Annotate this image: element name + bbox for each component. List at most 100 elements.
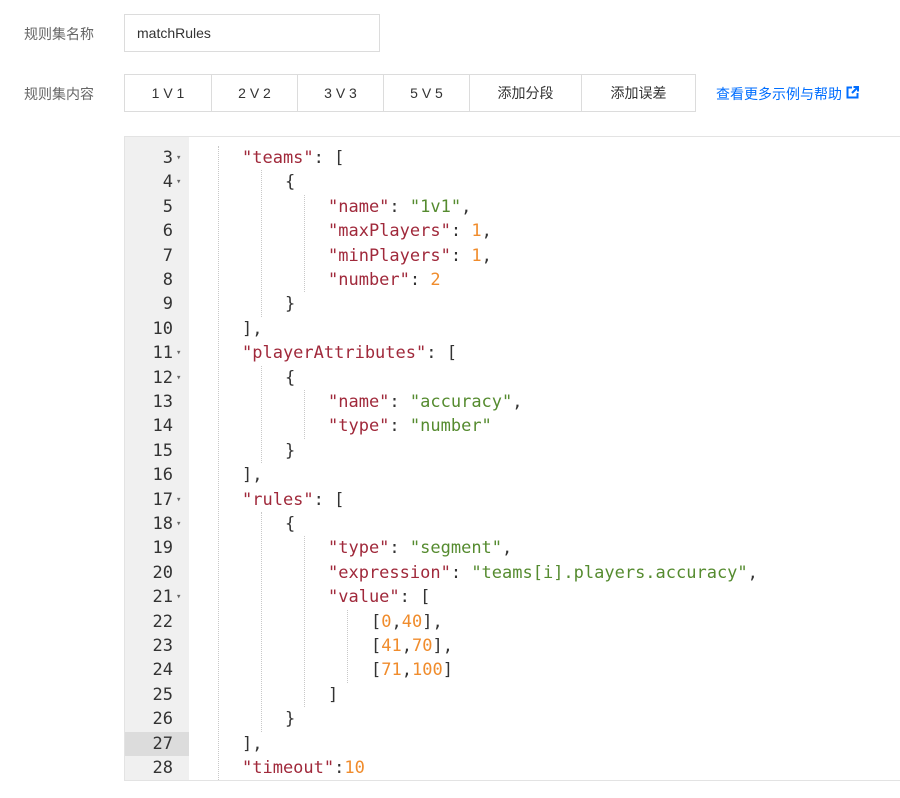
- code-content: "type": "number": [328, 414, 492, 438]
- code-line: 14 "type": "number": [153, 414, 900, 438]
- line-number: 11: [152, 343, 173, 364]
- code-token: "teams[i].players.accuracy": [471, 562, 748, 583]
- template-1v1-button[interactable]: 1 V 1: [124, 74, 212, 112]
- external-link-icon: [846, 86, 859, 102]
- line-number: 27: [152, 733, 173, 754]
- code-line: 6 "maxPlayers": 1,: [163, 219, 900, 243]
- code-area[interactable]: 3 ▾ "teams": [4 ▾{5 "name": "1v1", 6 "maxPlaye…: [125, 137, 900, 780]
- code-token: 41: [381, 636, 402, 656]
- fold-toggle-icon[interactable]: ▾: [176, 146, 186, 170]
- code-token: "type": [328, 538, 390, 559]
- code-content: "name": "1v1",: [328, 195, 471, 219]
- rule-set-name-label: 规则集名称: [24, 26, 94, 42]
- template-3v3-button[interactable]: 3 V 3: [297, 74, 384, 112]
- code-content: "number": 2: [328, 268, 441, 292]
- code-line: 26}: [153, 707, 900, 731]
- fold-toggle-icon[interactable]: ▾: [176, 366, 186, 390]
- template-button-group: 1 V 1 2 V 2 3 V 3 5 V 5 添加分段 添加误差: [124, 74, 696, 112]
- code-token: :: [450, 245, 472, 266]
- code-token: 71: [381, 660, 402, 681]
- code-content: [0,40],: [371, 610, 443, 634]
- line-number: 20: [152, 562, 173, 583]
- code-token: ],: [242, 465, 263, 486]
- code-token: ,: [502, 538, 513, 559]
- code-token: : [: [313, 148, 345, 168]
- code-line: 12 ▾ {: [153, 366, 900, 390]
- template-5v5-button[interactable]: 5 V 5: [383, 74, 470, 112]
- help-link[interactable]: 查看更多示例与帮助: [716, 84, 859, 104]
- code-content: ],: [242, 317, 262, 341]
- code-token: 0: [381, 611, 392, 632]
- code-token: "segment": [409, 538, 503, 559]
- code-content: "timeout":10: [242, 756, 365, 780]
- code-token: [: [371, 636, 382, 656]
- line-number: 25: [152, 684, 173, 705]
- code-line: 16],: [153, 463, 900, 487]
- add-error-button[interactable]: 添加误差: [581, 74, 696, 112]
- indent-guide: [347, 609, 348, 683]
- code-content: ],: [242, 463, 262, 487]
- code-token: ],: [242, 318, 263, 339]
- line-number: 13: [152, 392, 173, 412]
- code-line: 3 ▾ "teams": [: [163, 146, 900, 170]
- code-content: "maxPlayers": 1,: [328, 219, 492, 243]
- rule-set-content-label: 规则集内容: [24, 86, 94, 102]
- code-token: 10: [344, 758, 365, 778]
- code-token: "rules": [242, 489, 314, 510]
- code-token: "number": [409, 416, 492, 437]
- code-content: }: [285, 439, 295, 463]
- line-number: 7: [162, 245, 173, 266]
- code-token: "teams": [242, 148, 314, 168]
- code-token: {: [285, 367, 296, 388]
- add-segment-button[interactable]: 添加分段: [469, 74, 582, 112]
- line-number: 18: [152, 514, 173, 534]
- code-token: "value": [328, 587, 400, 608]
- code-token: : [: [426, 343, 457, 364]
- rule-set-name-input[interactable]: [124, 14, 380, 52]
- code-content: {: [285, 170, 295, 194]
- fold-toggle-icon[interactable]: ▾: [176, 585, 186, 609]
- code-content: "playerAttributes": [: [242, 341, 457, 365]
- code-line: 19 "type": "segment",: [153, 536, 900, 560]
- code-token: ,: [401, 660, 412, 681]
- code-token: :: [334, 758, 345, 778]
- code-content: [41,70],: [371, 634, 453, 658]
- code-content: {: [285, 512, 295, 536]
- code-token: "minPlayers": [328, 245, 451, 266]
- code-line: 10],: [153, 317, 900, 341]
- code-content: "value": [: [328, 585, 430, 609]
- code-token: {: [285, 514, 296, 534]
- code-token: ,: [481, 245, 492, 266]
- code-token: "type": [328, 416, 390, 437]
- code-line: 7 "minPlayers": 1,: [163, 244, 900, 268]
- code-content: "expression": "teams[i].players.accuracy…: [328, 561, 758, 585]
- code-token: 2: [430, 270, 441, 290]
- code-token: ],: [432, 636, 453, 656]
- line-number: 15: [152, 440, 173, 461]
- line-number: 10: [152, 318, 173, 339]
- line-number: 5: [162, 196, 173, 217]
- help-link-label: 查看更多示例与帮助: [716, 86, 842, 102]
- code-content: "teams": [: [242, 146, 344, 170]
- code-token: "name": [328, 196, 390, 217]
- fold-toggle-icon[interactable]: ▾: [176, 512, 186, 536]
- code-content: ]: [328, 683, 338, 707]
- fold-toggle-icon[interactable]: ▾: [176, 488, 186, 512]
- code-token: 40: [401, 611, 423, 632]
- code-content: "rules": [: [242, 488, 344, 512]
- indent-guide: [261, 512, 262, 732]
- code-token: ,: [391, 611, 402, 632]
- template-2v2-button[interactable]: 2 V 2: [211, 74, 298, 112]
- code-token: [: [371, 611, 382, 632]
- line-number: 4: [162, 172, 173, 193]
- line-number: 24: [152, 660, 173, 681]
- code-token: : [: [313, 489, 345, 510]
- code-content: [71,100]: [371, 658, 453, 682]
- code-token: "1v1": [409, 196, 462, 217]
- line-number: 14: [152, 416, 173, 437]
- code-token: 100: [411, 660, 443, 681]
- fold-toggle-icon[interactable]: ▾: [176, 341, 186, 365]
- fold-toggle-icon[interactable]: ▾: [176, 170, 186, 194]
- code-content: }: [285, 707, 295, 731]
- json-code-editor[interactable]: 3 ▾ "teams": [4 ▾{5 "name": "1v1", 6 "maxPlaye…: [124, 136, 900, 781]
